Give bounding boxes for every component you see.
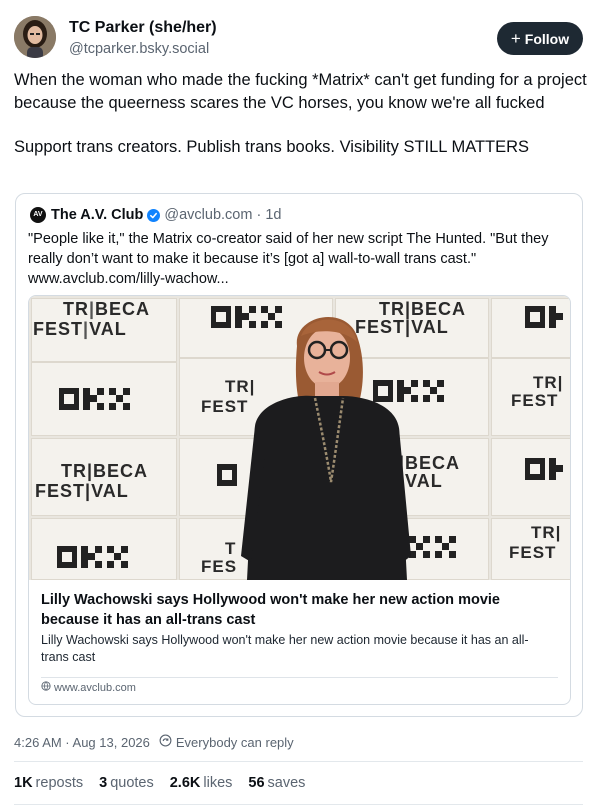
plus-icon: + bbox=[510, 29, 521, 48]
link-card-title: Lilly Wachowski says Hollywood won't mak… bbox=[41, 592, 500, 628]
reposts-stat[interactable]: 1K reposts bbox=[14, 775, 83, 791]
reply-settings-icon bbox=[159, 734, 172, 750]
quoted-author-avatar[interactable]: AV bbox=[30, 207, 46, 223]
author-handle[interactable]: @tcparker.bsky.social bbox=[69, 39, 217, 59]
reply-setting-label: Everybody can reply bbox=[175, 734, 294, 750]
link-card-divider bbox=[41, 677, 558, 678]
avatar[interactable] bbox=[14, 16, 56, 58]
quoted-author-name[interactable]: The A.V. Club bbox=[51, 206, 143, 224]
post-header: TC Parker (she/her) @tcparker.bsky.socia… bbox=[14, 16, 583, 60]
author-names: TC Parker (she/her) @tcparker.bsky.socia… bbox=[69, 18, 217, 59]
post-meta: 4:26 AM · Aug 13, 2026 Everybody can rep… bbox=[14, 734, 294, 750]
verified-check-icon bbox=[147, 208, 161, 222]
quotes-stat[interactable]: 3 quotes bbox=[99, 775, 154, 791]
follow-button-label: Follow bbox=[524, 30, 570, 47]
reply-setting: Everybody can reply bbox=[159, 734, 294, 750]
backdrop-logo-text: TR|BECA bbox=[63, 299, 151, 319]
globe-icon bbox=[41, 681, 51, 694]
divider bbox=[14, 761, 583, 762]
follow-button[interactable]: + Follow bbox=[497, 22, 583, 55]
quoted-post-header: AV The A.V. Club @avclub.com · 1d bbox=[30, 206, 281, 224]
link-card-image: TR|BECA FEST|VAL TR|BECA FEST|VAL TR| FE… bbox=[29, 296, 570, 580]
likes-stat[interactable]: 2.6K likes bbox=[170, 775, 233, 791]
post-paragraph: Support trans creators. Publish trans bo… bbox=[14, 138, 530, 156]
saves-stat[interactable]: 56 saves bbox=[248, 775, 305, 791]
post-paragraph: When the woman who made the fucking *Mat… bbox=[14, 71, 587, 112]
link-card-domain-row: www.avclub.com bbox=[41, 681, 136, 694]
quoted-author-handle-time: @avclub.com · 1d bbox=[164, 207, 282, 223]
post-timestamp[interactable]: 4:26 AM · Aug 13, 2026 bbox=[14, 735, 150, 750]
quoted-post-text: "People like it," the Matrix co-creator … bbox=[28, 231, 549, 287]
link-card[interactable]: TR|BECA FEST|VAL TR|BECA FEST|VAL TR| FE… bbox=[28, 295, 571, 705]
link-card-description: Lilly Wachowski says Hollywood won't mak… bbox=[41, 633, 529, 664]
person-photo bbox=[241, 317, 411, 580]
link-card-domain: www.avclub.com bbox=[54, 681, 136, 694]
engagement-stats: 1K reposts 3 quotes 2.6K likes 56 saves bbox=[14, 775, 305, 791]
post-text: When the woman who made the fucking *Mat… bbox=[14, 69, 589, 159]
quoted-post[interactable]: AV The A.V. Club @avclub.com · 1d "Peopl… bbox=[15, 193, 583, 717]
author-display-name[interactable]: TC Parker (she/her) bbox=[69, 18, 217, 38]
divider bbox=[14, 804, 583, 805]
